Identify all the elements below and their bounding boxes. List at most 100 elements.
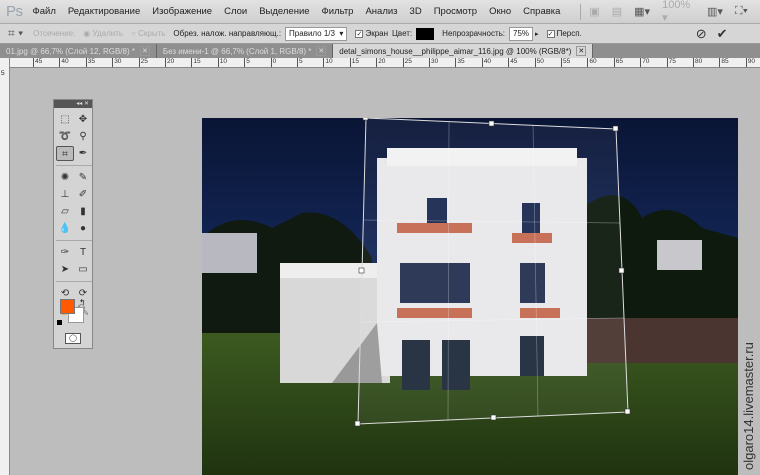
menu-bar: Ps Файл Редактирование Изображение Слои …	[0, 0, 760, 24]
path-selection-tool-icon[interactable]: ➤	[56, 262, 74, 277]
default-colors-icon[interactable]	[57, 320, 62, 325]
document-canvas-photo[interactable]	[202, 118, 738, 475]
dodge-tool-icon[interactable]: ●	[74, 221, 92, 236]
ruler-label: 0	[270, 58, 277, 67]
vertical-ruler[interactable]: 5	[0, 58, 10, 475]
divider	[56, 281, 92, 282]
menu-image[interactable]: Изображение	[152, 6, 212, 17]
color-label: Цвет:	[392, 29, 413, 38]
view-extras-icon[interactable]: ▦▾	[634, 5, 650, 18]
bridge-icon[interactable]: ▣	[589, 5, 599, 18]
clone-stamp-tool-icon[interactable]: ⊥	[56, 187, 74, 202]
tab-detal-simons-house[interactable]: detal_simons_house__philippe_aimar_116.j…	[333, 44, 594, 58]
menu-layers[interactable]: Слои	[224, 6, 247, 17]
crop-tool-preset-icon[interactable]: ⌗ ▾	[8, 26, 23, 41]
tab-label: Без имени-1 @ 66,7% (Слой 1, RGB/8) *	[162, 46, 312, 56]
ruler-label: 15	[191, 58, 201, 67]
tools-panel: ◂◂ ✕ ⬚ ✥ ➰ ⚲ ⌗ ✒ ✺ ✎ ⊥ ✐ ▱ ▮ 💧 ● ✑ T ➤ ▭…	[53, 99, 93, 349]
history-brush-tool-icon[interactable]: ✐	[74, 187, 92, 202]
house-photo	[202, 118, 738, 475]
swap-colors-icon[interactable]: ↰	[79, 298, 86, 307]
cancel-crop-icon[interactable]: ⊘	[696, 26, 707, 42]
menu-window[interactable]: Окно	[489, 6, 511, 17]
close-tab-icon[interactable]: ✕	[316, 46, 327, 56]
ruler-label: 55	[561, 58, 571, 67]
tab-01-jpg[interactable]: 01.jpg @ 66,7% (Слой 12, RGB/8) * ✕	[0, 44, 157, 58]
opacity-label: Непрозрачность:	[442, 29, 506, 38]
opacity-input[interactable]: 75%	[509, 26, 534, 41]
rectangle-tool-icon[interactable]: ▭	[74, 262, 92, 277]
commit-crop-icon[interactable]: ✔	[717, 26, 728, 42]
menu-file[interactable]: Файл	[33, 6, 56, 17]
delete-label: Удалить	[92, 29, 124, 38]
tab-label: 01.jpg @ 66,7% (Слой 12, RGB/8) *	[6, 46, 135, 56]
zoom-value: 100%	[662, 0, 691, 11]
ruler-label: 65	[613, 58, 624, 67]
lasso-tool-icon[interactable]: ➰	[56, 129, 74, 144]
type-tool-icon[interactable]: T	[74, 245, 92, 260]
ruler-label: 60	[587, 58, 597, 67]
marquee-tool-icon[interactable]: ⬚	[56, 112, 74, 127]
gradient-tool-icon[interactable]: ▮	[74, 204, 92, 219]
ruler-label: 70	[640, 58, 650, 67]
eraser-tool-icon[interactable]: ▱	[56, 204, 74, 219]
close-tab-icon[interactable]: ✕	[139, 46, 150, 56]
delete-radio[interactable]: ◉ Удалить	[83, 29, 123, 38]
menu-help[interactable]: Справка	[523, 6, 560, 17]
menu-analysis[interactable]: Анализ	[365, 6, 397, 17]
crop-tool-icon[interactable]: ⌗	[56, 146, 74, 161]
ruler-label: 10	[217, 58, 228, 67]
screen-mode-icon[interactable]: ⛶▾	[735, 5, 748, 18]
hide-label: Скрыть	[138, 29, 166, 38]
ruler-label: 40	[481, 58, 492, 67]
ruler-label: 50	[534, 58, 544, 67]
eyedropper-tool-icon[interactable]: ✒	[74, 146, 92, 161]
horizontal-ruler[interactable]: 45 40 35 30 25 20 15 10 5 0 5 10 15 20 25 30 35 40 45 50 55 6…	[10, 58, 760, 68]
separator	[580, 3, 582, 20]
menu-3d[interactable]: 3D	[410, 6, 422, 17]
options-bar: ⌗ ▾ Отсечение: ◉ Удалить ○ Скрыть Обрез.…	[0, 24, 760, 44]
opacity-stepper[interactable]: ▸	[535, 30, 539, 38]
perspective-label: Персп.	[556, 29, 582, 38]
close-tab-icon[interactable]: ✕	[576, 46, 587, 56]
ruler-label: 90	[745, 58, 756, 67]
ruler-label: 85	[719, 58, 729, 67]
ruler-label: 45	[508, 58, 518, 67]
ruler-label: 5	[244, 58, 250, 67]
arrange-documents-icon[interactable]: ▥▾	[707, 5, 723, 18]
watermark: olgaro14.livemaster.ru	[741, 342, 756, 470]
shield-label: Отсечение:	[33, 29, 76, 38]
healing-brush-tool-icon[interactable]: ✺	[56, 170, 74, 185]
hide-radio[interactable]: ○ Скрыть	[131, 29, 165, 38]
blur-tool-icon[interactable]: 💧	[56, 221, 74, 236]
tools-panel-header[interactable]: ◂◂ ✕	[54, 100, 92, 108]
ruler-label: 20	[376, 58, 386, 67]
divider	[56, 240, 92, 241]
ruler-label: 80	[693, 58, 703, 67]
ruler-label: 35	[85, 58, 96, 67]
screen-checkbox[interactable]: ✓	[355, 29, 364, 38]
tab-untitled-1[interactable]: Без имени-1 @ 66,7% (Слой 1, RGB/8) * ✕	[157, 44, 334, 58]
document-tabs: 01.jpg @ 66,7% (Слой 12, RGB/8) * ✕ Без и…	[0, 44, 760, 58]
shield-color-swatch[interactable]	[416, 27, 435, 40]
ruler-label: 25	[138, 58, 148, 67]
menu-edit[interactable]: Редактирование	[68, 6, 140, 17]
quick-mask-icon[interactable]: ◯	[65, 333, 81, 344]
ruler-label: 5	[1, 70, 5, 77]
overlay-select[interactable]: Правило 1/3 ▾	[285, 26, 348, 41]
menu-view[interactable]: Просмотр	[434, 6, 477, 17]
foreground-color-swatch[interactable]	[60, 299, 75, 314]
move-tool-icon[interactable]: ✥	[74, 112, 92, 127]
perspective-checkbox[interactable]: ✓	[546, 29, 555, 38]
mini-bridge-icon[interactable]: ▤	[612, 5, 622, 18]
menu-select[interactable]: Выделение	[259, 6, 309, 17]
ruler-label: 35	[455, 58, 465, 67]
zoom-level[interactable]: 100% ▾	[662, 0, 695, 24]
overlay-value: Правило 1/3	[289, 29, 335, 38]
pen-tool-icon[interactable]: ✑	[56, 245, 74, 260]
menu-filter[interactable]: Фильтр	[322, 6, 354, 17]
brush-tool-icon[interactable]: ✎	[74, 170, 92, 185]
quick-selection-tool-icon[interactable]: ⚲	[74, 129, 92, 144]
ruler-label: 5	[297, 58, 303, 67]
tab-label: detal_simons_house__philippe_aimar_116.j…	[339, 46, 572, 56]
